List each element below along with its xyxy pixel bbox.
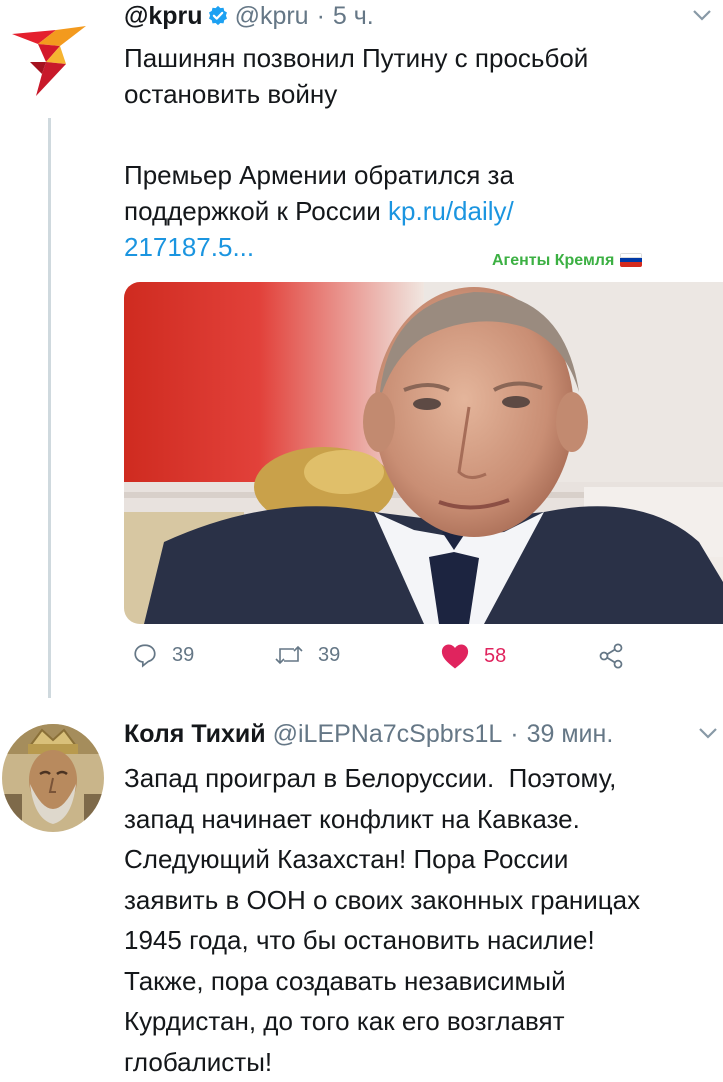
tweet-text: Запад проиграл в Белоруссии. Поэтому, за… — [124, 763, 641, 1077]
reply-count: 39 — [172, 643, 195, 666]
separator-dot: · — [316, 2, 325, 30]
portrait-photo — [124, 282, 723, 624]
russian-flag-icon — [620, 253, 643, 267]
author-handle[interactable]: @iLEPNa7cSpbrs1L — [273, 720, 503, 748]
author-name[interactable]: Коля Тихий — [124, 720, 266, 748]
reply-button[interactable]: 39 — [132, 642, 194, 668]
heart-icon — [441, 644, 469, 669]
tweet-text-headline: Пашинян позвонил Путину с просьбой остан… — [124, 43, 589, 109]
tweet-time[interactable]: 39 мин. — [527, 720, 614, 748]
watermark: Агенты Кремля — [492, 252, 643, 270]
tweet-time[interactable]: 5 ч. — [333, 2, 374, 30]
tweet-media-photo[interactable] — [124, 282, 723, 624]
retweet-count: 39 — [318, 643, 341, 666]
like-button[interactable]: 58 — [440, 642, 506, 670]
author-handle[interactable]: @kpru — [235, 2, 309, 30]
watermark-text: Агенты Кремля — [492, 252, 615, 269]
share-icon — [599, 643, 623, 669]
author-name[interactable]: @kpru — [124, 2, 203, 30]
reply-icon — [134, 644, 156, 668]
icon-portrait-avatar — [2, 724, 104, 832]
tweet-text-body: Премьер Армении обратился за поддержкой … — [124, 157, 704, 265]
verified-badge-icon — [207, 5, 229, 34]
swallow-logo-icon — [12, 26, 86, 96]
share-button[interactable] — [596, 642, 640, 670]
retweet-icon — [275, 645, 303, 665]
tweet-header: @kpru @kpru · 5 ч. — [124, 2, 374, 34]
chevron-down-icon[interactable] — [698, 720, 718, 746]
tweet-actions-bar: 39 39 58 — [124, 642, 723, 682]
tweet-header: Коля Тихий @iLEPNa7cSpbrs1L · 39 мин. — [124, 720, 613, 749]
kpru-logo-avatar[interactable] — [8, 22, 90, 98]
like-count: 58 — [484, 644, 507, 667]
author-avatar[interactable] — [2, 724, 104, 832]
thread-connector-line — [48, 118, 51, 698]
retweet-button[interactable]: 39 — [274, 642, 340, 668]
separator-dot: · — [510, 720, 519, 748]
chevron-down-icon[interactable] — [692, 2, 712, 28]
